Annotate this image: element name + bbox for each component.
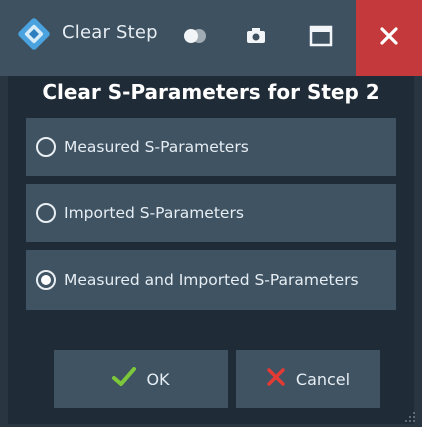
cancel-label: Cancel [295,369,351,389]
option-measured-and-imported[interactable]: Measured and Imported S-Parameters [26,250,396,310]
camera-icon [245,27,267,49]
toggle-icon [181,27,211,49]
screenshot-button[interactable] [226,0,286,76]
option-label: Measured S-Parameters [64,138,249,156]
radio-selected-dot [41,275,51,285]
maximize-icon [309,25,333,51]
maximize-button[interactable] [286,0,356,76]
title-bar[interactable]: Clear Step [0,0,422,76]
cross-icon [266,367,286,391]
window-title: Clear Step [62,22,158,43]
ok-label: OK [146,369,170,389]
resize-grip-icon[interactable] [404,408,416,422]
close-button[interactable] [356,0,422,76]
radio-button[interactable] [36,203,56,223]
cancel-button[interactable]: Cancel [236,350,380,408]
option-label: Imported S-Parameters [64,204,244,222]
option-measured[interactable]: Measured S-Parameters [26,118,396,176]
dialog-heading: Clear S-Parameters for Step 2 [42,80,380,104]
option-label: Measured and Imported S-Parameters [64,271,359,289]
close-icon [378,25,400,51]
checkmark-icon [112,367,137,391]
ok-button[interactable]: OK [54,350,228,408]
option-imported[interactable]: Imported S-Parameters [26,184,396,242]
app-logo-icon [18,18,50,50]
radio-button-selected[interactable] [36,270,56,290]
radio-button[interactable] [36,137,56,157]
toggle-button[interactable] [166,0,226,76]
